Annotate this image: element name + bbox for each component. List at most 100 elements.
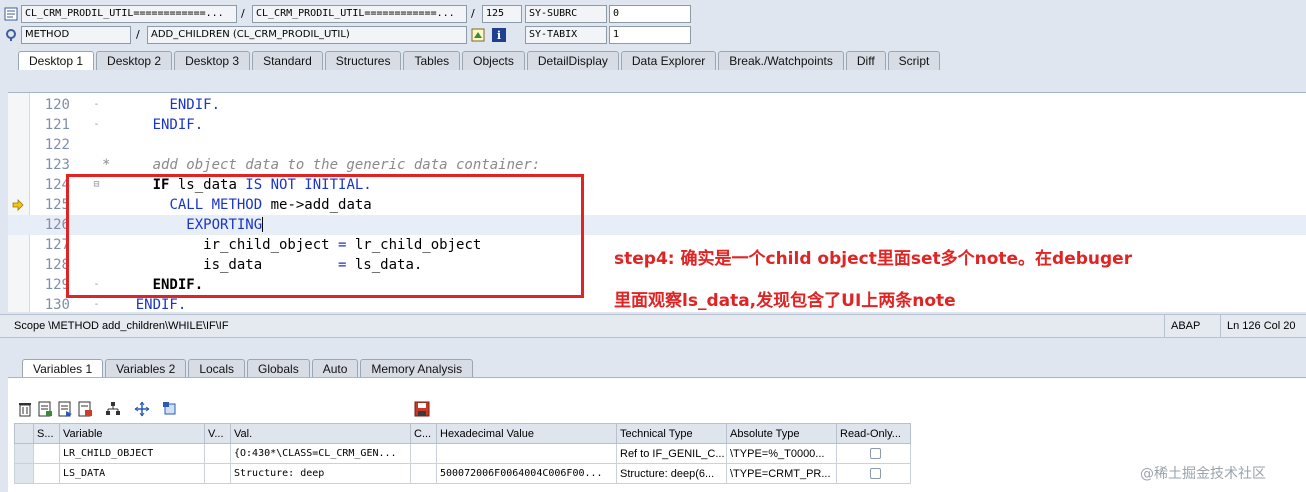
tab-script[interactable]: Script: [887, 51, 941, 70]
variables-tab-strip: Variables 1 Variables 2 Locals Globals Auto M…: [22, 359, 475, 378]
open-icon[interactable]: [57, 401, 73, 417]
tab-locals[interactable]: Locals: [188, 359, 245, 378]
line-number: 121: [44, 117, 70, 133]
tab-variables-1[interactable]: Variables 1: [22, 359, 104, 378]
line-number: 123: [44, 157, 70, 173]
table-cell[interactable]: [410, 443, 437, 464]
include-field[interactable]: CL_CRM_PRODIL_UTIL============...: [252, 5, 467, 23]
table-cell[interactable]: \TYPE=CRMT_PR...: [726, 463, 837, 484]
sy-subrc-label[interactable]: SY-SUBRC: [525, 5, 607, 23]
row-selector[interactable]: [14, 443, 34, 464]
tab-detaildisplay[interactable]: DetailDisplay: [526, 51, 619, 70]
row-selector[interactable]: [14, 463, 34, 484]
line-number: 128: [44, 257, 70, 273]
column-header[interactable]: Val.: [230, 423, 411, 444]
sy-tabix-label[interactable]: SY-TABIX: [525, 26, 607, 44]
navigate-icon[interactable]: [471, 28, 485, 42]
tab-desktop-1[interactable]: Desktop 1: [18, 51, 95, 70]
annotation-text: 里面观察ls_data,发现包含了UI上两条note: [614, 291, 956, 311]
table-cell[interactable]: 500072006F0064004C006F00...: [436, 463, 617, 484]
line-number: 124: [44, 177, 70, 193]
table-cell[interactable]: LS_DATA: [59, 463, 205, 484]
tab-memory-analysis[interactable]: Memory Analysis: [360, 359, 474, 378]
code-line[interactable]: 121 - ENDIF.: [8, 115, 1306, 135]
event-field[interactable]: ADD_CHILDREN (CL_CRM_PRODIL_UTIL): [147, 26, 467, 44]
tab-auto[interactable]: Auto: [311, 359, 359, 378]
tab-diff[interactable]: Diff: [845, 51, 886, 70]
variables-table[interactable]: S... Variable V... Val. C... Hexadecimal Valu…: [14, 423, 911, 484]
hierarchy-icon[interactable]: [105, 401, 121, 417]
table-cell[interactable]: LR_CHILD_OBJECT: [59, 443, 205, 464]
column-header[interactable]: S...: [33, 423, 60, 444]
table-cell[interactable]: [33, 463, 60, 484]
sy-tabix-value[interactable]: 1: [609, 26, 691, 44]
table-cell[interactable]: [410, 463, 437, 484]
table-row[interactable]: LR_CHILD_OBJECT {O:430*\CLASS=CL_CRM_GEN.…: [14, 443, 911, 464]
table-cell[interactable]: [836, 443, 911, 464]
code-token: ENDIF.: [135, 297, 187, 312]
table-cell[interactable]: Ref to IF_GENIL_C...: [616, 443, 727, 464]
info-icon[interactable]: i: [492, 28, 506, 42]
read-only-checkbox[interactable]: [870, 447, 881, 459]
code-line[interactable]: 122: [8, 135, 1306, 155]
tab-standard[interactable]: Standard: [252, 51, 323, 70]
select-all-cell[interactable]: [14, 423, 34, 444]
table-cell[interactable]: [204, 443, 231, 464]
column-header[interactable]: Read-Only...: [836, 423, 911, 444]
code-line[interactable]: 123 * add object data to the generic data…: [8, 155, 1306, 175]
tab-tables[interactable]: Tables: [403, 51, 461, 70]
code-token: * add object data to the generic data co…: [102, 157, 541, 173]
save-variables-icon[interactable]: [77, 401, 93, 417]
delete-icon[interactable]: [17, 401, 33, 417]
tab-variables-2[interactable]: Variables 2: [105, 359, 187, 378]
column-header[interactable]: Variable: [59, 423, 205, 444]
tab-data-explorer[interactable]: Data Explorer: [620, 51, 717, 70]
column-header[interactable]: C...: [410, 423, 437, 444]
detail-icon[interactable]: [37, 401, 53, 417]
tab-structures[interactable]: Structures: [324, 51, 402, 70]
fold-marker: -: [93, 119, 100, 130]
table-row[interactable]: LS_DATA Structure: deep 500072006F0064004C…: [14, 463, 911, 484]
program-field[interactable]: CL_CRM_PRODIL_UTIL============...: [21, 5, 237, 23]
annotation-highlight-box: [66, 174, 584, 298]
tab-desktop-3[interactable]: Desktop 3: [174, 51, 251, 70]
column-header[interactable]: Hexadecimal Value: [436, 423, 617, 444]
code-line[interactable]: 120 - ENDIF.: [8, 95, 1306, 115]
separator: /: [471, 7, 475, 20]
table-cell[interactable]: \TYPE=%_T0000...: [726, 443, 837, 464]
table-cell[interactable]: [33, 443, 60, 464]
column-header[interactable]: Technical Type: [616, 423, 727, 444]
tab-globals[interactable]: Globals: [247, 359, 310, 378]
tab-desktop-2[interactable]: Desktop 2: [96, 51, 173, 70]
table-cell[interactable]: Structure: deep: [230, 463, 411, 484]
save-icon[interactable]: [414, 401, 430, 417]
scope-status-bar: Scope \METHOD add_children\WHILE\IF\IF A…: [0, 314, 1306, 338]
read-only-checkbox[interactable]: [870, 467, 881, 479]
column-header[interactable]: V...: [204, 423, 231, 444]
tab-objects[interactable]: Objects: [462, 51, 525, 70]
watermark: @稀土掘金技术社区: [1140, 466, 1266, 482]
svg-text:i: i: [497, 29, 501, 42]
code-text: ENDIF.: [102, 115, 204, 135]
event-type-field[interactable]: METHOD: [21, 26, 131, 44]
table-cell[interactable]: Structure: deep(6...: [616, 463, 727, 484]
filter-icon[interactable]: [162, 401, 178, 417]
table-cell[interactable]: [204, 463, 231, 484]
column-header[interactable]: Absolute Type: [726, 423, 837, 444]
code-token: ENDIF.: [152, 117, 204, 133]
table-cell[interactable]: [436, 443, 617, 464]
gear-icon: [6, 29, 16, 41]
table-cell[interactable]: [836, 463, 911, 484]
table-cell[interactable]: {O:430*\CLASS=CL_CRM_GEN...: [230, 443, 411, 464]
sy-subrc-value[interactable]: 0: [609, 5, 691, 23]
line-number-field[interactable]: 125: [482, 5, 522, 23]
line-number: 125: [44, 197, 70, 213]
expand-icon[interactable]: [134, 401, 150, 417]
tab-break-watchpoints[interactable]: Break./Watchpoints: [718, 51, 844, 70]
line-number: 130: [44, 297, 70, 312]
line-number: 126: [44, 217, 70, 233]
cursor-position: Ln 126 Col 20: [1220, 315, 1296, 337]
scope-path: Scope \METHOD add_children\WHILE\IF\IF: [14, 320, 229, 332]
